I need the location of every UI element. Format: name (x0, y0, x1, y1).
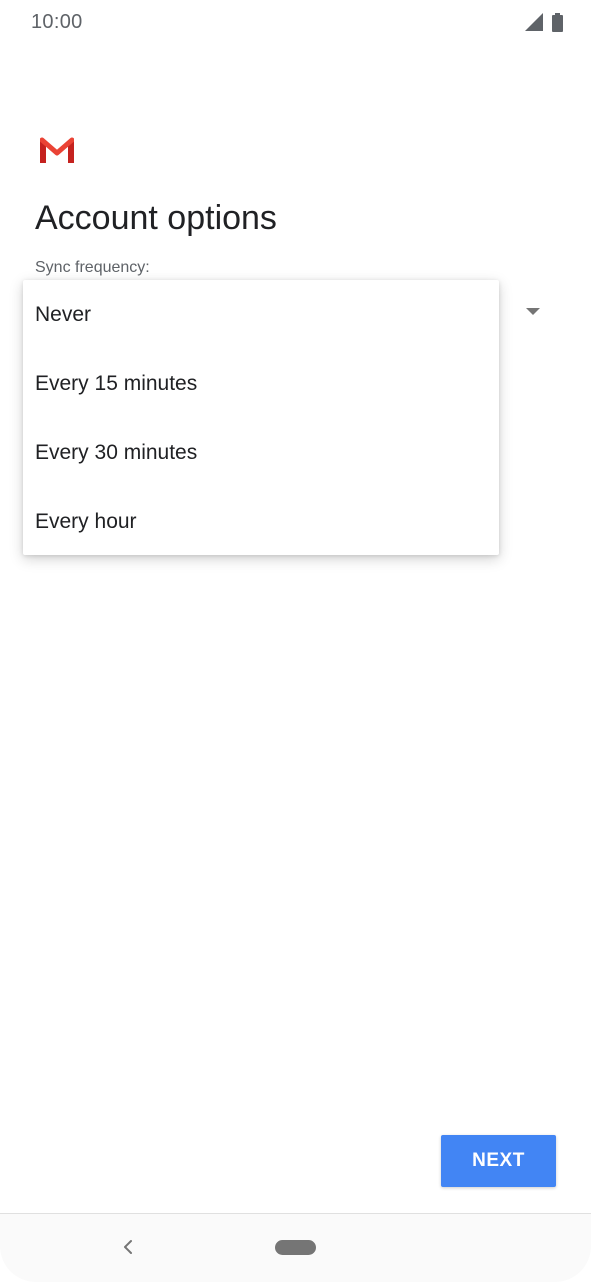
menu-option-every-15-minutes[interactable]: Every 15 minutes (23, 349, 499, 418)
dropdown-arrow-icon[interactable] (526, 308, 540, 315)
status-icons (525, 13, 565, 33)
status-time: 10:00 (31, 11, 83, 33)
sync-frequency-label: Sync frequency: (35, 259, 150, 276)
sync-frequency-menu: Never Every 15 minutes Every 30 minutes … (23, 280, 499, 555)
menu-option-every-hour[interactable]: Every hour (23, 487, 499, 556)
signal-icon (525, 13, 543, 31)
navigation-bar (0, 1213, 591, 1282)
screen: 10:00 Account options Sync frequency: Ne… (0, 0, 591, 1282)
page-title: Account options (35, 199, 277, 237)
back-icon[interactable] (118, 1236, 138, 1258)
gmail-logo (40, 137, 74, 163)
menu-option-never[interactable]: Never (23, 280, 499, 349)
menu-option-every-30-minutes[interactable]: Every 30 minutes (23, 418, 499, 487)
status-bar: 10:00 (0, 0, 591, 46)
battery-icon (552, 13, 563, 32)
next-button[interactable]: NEXT (441, 1135, 556, 1187)
home-pill[interactable] (275, 1240, 316, 1255)
